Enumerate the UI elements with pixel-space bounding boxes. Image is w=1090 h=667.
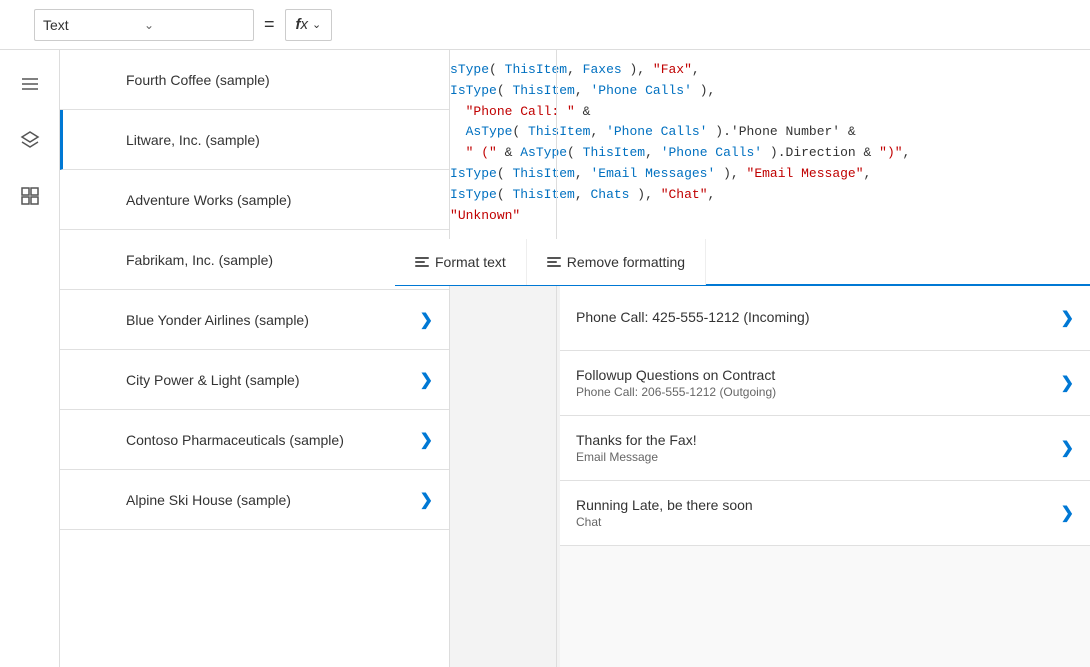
activity-item-phone-incoming[interactable]: Phone Call: 425-555-1212 (Incoming) ❯	[560, 286, 1090, 351]
account-item-fabrikam[interactable]: Fabrikam, Inc. (sample) ❯	[60, 230, 449, 290]
activity-chevron-icon: ❯	[1061, 308, 1074, 328]
activity-item-followup[interactable]: Followup Questions on Contract Phone Cal…	[560, 351, 1090, 416]
activity-item-running-late[interactable]: Running Late, be there soon Chat ❯	[560, 481, 1090, 546]
account-item-city-power[interactable]: City Power & Light (sample) ❯	[60, 350, 449, 410]
chevron-right-icon: ❯	[420, 370, 433, 390]
activity-chevron-icon: ❯	[1061, 373, 1074, 393]
account-name: Contoso Pharmaceuticals (sample)	[126, 432, 344, 448]
format-text-icon	[415, 257, 429, 267]
fx-button[interactable]: fx ⌄	[285, 9, 333, 41]
account-name: Litware, Inc. (sample)	[126, 132, 260, 148]
account-item-blue-yonder[interactable]: Blue Yonder Airlines (sample) ❯	[60, 290, 449, 350]
activity-subtitle: Phone Call: 206-555-1212 (Outgoing)	[576, 385, 1053, 399]
remove-formatting-label: Remove formatting	[567, 254, 685, 270]
activity-chevron-icon: ❯	[1061, 438, 1074, 458]
account-item-alpine[interactable]: Alpine Ski House (sample) ❯	[60, 470, 449, 530]
equals-sign: =	[264, 14, 275, 35]
activity-title: Running Late, be there soon	[576, 497, 1053, 513]
top-bar: Text ⌄ = fx ⌄	[0, 0, 1090, 50]
activity-title: Phone Call: 425-555-1212 (Incoming)	[576, 309, 1053, 325]
vertical-divider	[556, 50, 557, 667]
field-selector[interactable]: Text ⌄	[34, 9, 254, 41]
format-text-button[interactable]: Format text	[395, 239, 527, 285]
format-text-label: Format text	[435, 254, 506, 270]
field-label: Text	[43, 17, 144, 33]
activity-title: Followup Questions on Contract	[576, 367, 1053, 383]
activity-panel: Phone Call: 425-555-1212 (Incoming) ❯ Fo…	[560, 286, 1090, 667]
sidebar-icon-layers[interactable]	[12, 122, 48, 158]
sidebar-icon-menu[interactable]	[12, 66, 48, 102]
account-name: Fabrikam, Inc. (sample)	[126, 252, 273, 268]
activity-content: Thanks for the Fax! Email Message	[576, 432, 1053, 464]
account-name: Fourth Coffee (sample)	[126, 72, 270, 88]
account-item-litware[interactable]: Litware, Inc. (sample)	[60, 110, 449, 170]
activity-chevron-icon: ❯	[1061, 503, 1074, 523]
account-item-fourth-coffee[interactable]: Fourth Coffee (sample)	[60, 50, 449, 110]
activity-content: Running Late, be there soon Chat	[576, 497, 1053, 529]
format-toolbar: Format text Remove formatting	[395, 240, 1090, 286]
chevron-right-icon: ❯	[420, 430, 433, 450]
sidebar-icon-grid[interactable]	[12, 178, 48, 214]
code-line-3: "Phone Call: " &	[411, 102, 1074, 123]
code-line-2: IsType( ThisItem, 'Phone Calls' ),	[411, 81, 1074, 102]
account-name: Alpine Ski House (sample)	[126, 492, 291, 508]
account-name: City Power & Light (sample)	[126, 372, 300, 388]
activity-subtitle: Email Message	[576, 450, 1053, 464]
code-line-6: IsType( ThisItem, 'Email Messages' ), "E…	[411, 164, 1074, 185]
activity-subtitle: Chat	[576, 515, 1053, 529]
chevron-right-icon: ❯	[420, 310, 433, 330]
account-item-adventure-works[interactable]: Adventure Works (sample)	[60, 170, 449, 230]
remove-formatting-button[interactable]: Remove formatting	[527, 239, 706, 285]
activity-content: Phone Call: 425-555-1212 (Incoming)	[576, 309, 1053, 327]
activity-content: Followup Questions on Contract Phone Cal…	[576, 367, 1053, 399]
activity-item-fax[interactable]: Thanks for the Fax! Email Message ❯	[560, 416, 1090, 481]
code-line-4: AsType( ThisItem, 'Phone Calls' ).'Phone…	[411, 122, 1074, 143]
code-line-7: IsType( ThisItem, Chats ), "Chat",	[411, 185, 1074, 206]
field-chevron-icon: ⌄	[144, 18, 245, 32]
remove-formatting-icon	[547, 257, 561, 267]
code-line-8: "Unknown"	[411, 206, 1074, 227]
account-list: Fourth Coffee (sample) Litware, Inc. (sa…	[60, 50, 450, 667]
sidebar	[0, 50, 60, 667]
account-item-contoso[interactable]: Contoso Pharmaceuticals (sample) ❯	[60, 410, 449, 470]
activity-title: Thanks for the Fax!	[576, 432, 1053, 448]
code-line-5: " (" & AsType( ThisItem, 'Phone Calls' )…	[411, 143, 1074, 164]
fx-chevron-icon: ⌄	[312, 18, 321, 31]
account-name: Adventure Works (sample)	[126, 192, 291, 208]
account-name: Blue Yonder Airlines (sample)	[126, 312, 309, 328]
chevron-right-icon: ❯	[420, 490, 433, 510]
code-line-1: If( IsType( ThisItem, Faxes ), "Fax",	[411, 60, 1074, 81]
